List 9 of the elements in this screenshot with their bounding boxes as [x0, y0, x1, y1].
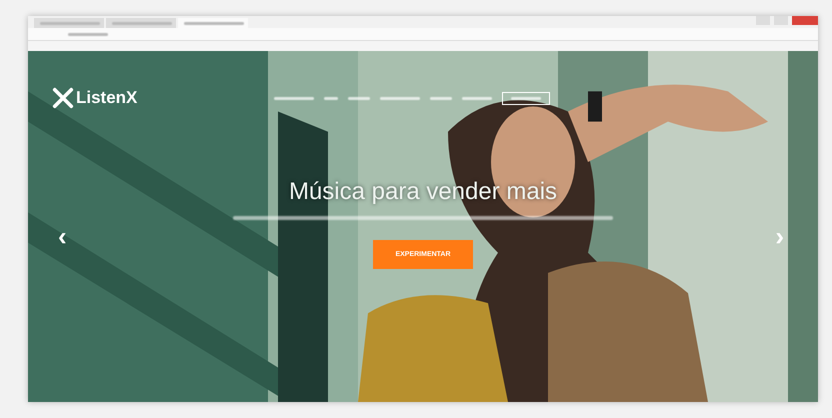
- logo-text[interactable]: ListenX: [76, 88, 138, 108]
- browser-tab[interactable]: [34, 18, 104, 28]
- logo-icon: [52, 87, 74, 109]
- previous-slide-button[interactable]: ‹: [54, 223, 71, 249]
- address-bar[interactable]: [28, 28, 818, 41]
- browser-tab[interactable]: [178, 18, 248, 28]
- nav-button[interactable]: [502, 92, 550, 104]
- browser-tab[interactable]: [106, 18, 176, 28]
- close-icon[interactable]: [792, 16, 818, 25]
